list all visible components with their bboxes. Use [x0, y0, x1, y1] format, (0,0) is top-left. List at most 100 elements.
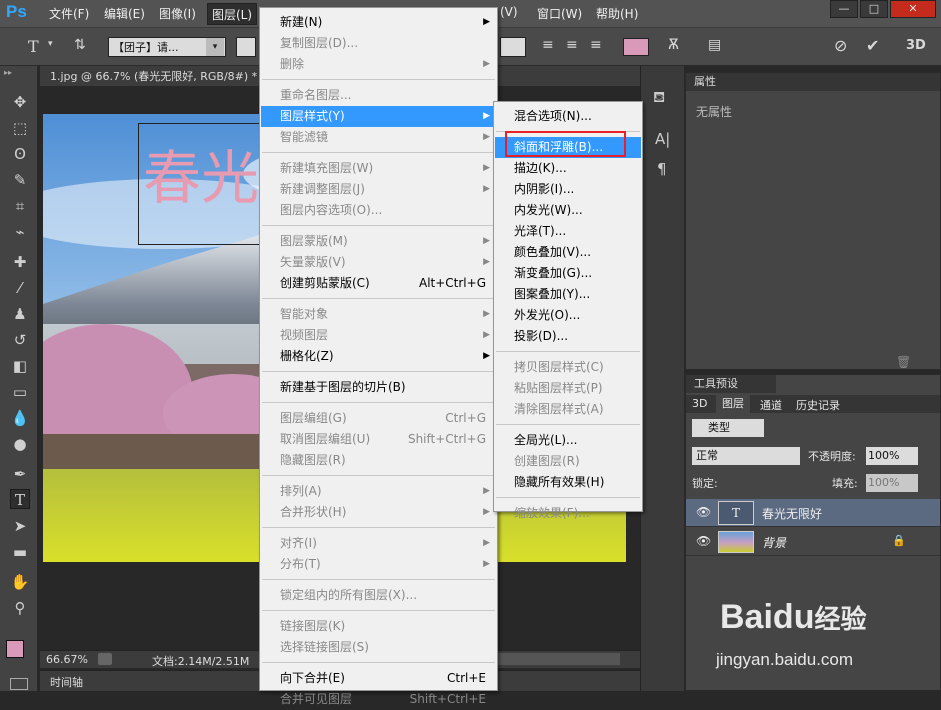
menu-item[interactable]: 渐变叠加(G)... — [495, 263, 641, 284]
filter-type-select[interactable]: 类型 — [692, 419, 764, 437]
hand-tool-icon[interactable]: ✋ — [10, 572, 30, 592]
timeline-tab[interactable]: 时间轴 — [50, 674, 83, 690]
close-button[interactable]: ✕ — [890, 0, 936, 18]
menu-item[interactable]: 选择链接图层(S) — [261, 637, 496, 658]
clone-stamp-tool-icon[interactable]: ♟ — [10, 304, 30, 324]
tool-presets-icon[interactable]: ⛾ — [653, 88, 665, 108]
dodge-tool-icon[interactable]: ● — [10, 434, 30, 454]
move-tool-icon[interactable]: ✥ — [10, 92, 30, 112]
menu-item[interactable]: 内发光(W)... — [495, 200, 641, 221]
menu-item[interactable]: 缩放效果(F)... — [495, 503, 641, 524]
menu-item[interactable]: 删除 ▶ — [261, 54, 496, 75]
menu-item[interactable]: 合并形状(H) ▶ — [261, 502, 496, 523]
menu-item[interactable]: 清除图层样式(A) — [495, 399, 641, 420]
layer-name[interactable]: 背景 — [762, 534, 786, 551]
type-tool-icon[interactable]: T — [10, 489, 30, 509]
menu-item[interactable]: 新建基于图层的切片(B) — [261, 377, 496, 398]
status-menu-icon[interactable] — [98, 653, 112, 665]
tab-history[interactable]: 历史记录 — [796, 397, 840, 413]
cancel-icon[interactable]: ⊘ — [834, 36, 847, 55]
zoom-level[interactable]: 66.67% — [46, 653, 88, 666]
quick-select-tool-icon[interactable]: ✎ — [10, 170, 30, 190]
menu-item[interactable]: 拷贝图层样式(C) — [495, 357, 641, 378]
path-select-tool-icon[interactable]: ➤ — [10, 516, 30, 536]
layer-row[interactable]: 👁 T 春光无限好 — [686, 499, 940, 527]
layer-name[interactable]: 春光无限好 — [762, 505, 822, 522]
panel-collapse-icon[interactable]: ▸▸ — [4, 68, 12, 77]
menu-image[interactable]: 图像(I) — [159, 5, 196, 22]
menu-item[interactable]: 链接图层(K) — [261, 616, 496, 637]
tab-channels[interactable]: 通道 — [760, 397, 782, 413]
menu-window[interactable]: 窗口(W) — [537, 5, 582, 22]
type-tool-icon[interactable]: T — [28, 37, 39, 56]
paragraph-icon[interactable]: ¶ — [657, 160, 667, 178]
commit-icon[interactable]: ✔ — [866, 36, 879, 55]
quick-mask-icon[interactable] — [10, 678, 28, 690]
brush-tool-icon[interactable]: ⁄ — [10, 278, 30, 298]
menu-item[interactable]: 图层内容选项(O)... — [261, 200, 496, 221]
menu-item[interactable]: 创建图层(R) — [495, 451, 641, 472]
menu-item[interactable]: 向下合并(E) Ctrl+E — [261, 668, 496, 689]
crop-tool-icon[interactable]: ⌗ — [10, 196, 30, 216]
align-center-icon[interactable]: ≡ — [566, 37, 578, 53]
menu-item[interactable]: 图层蒙版(M) ▶ — [261, 231, 496, 252]
menu-item[interactable]: 粘贴图层样式(P) — [495, 378, 641, 399]
menu-item[interactable]: 智能滤镜 ▶ — [261, 127, 496, 148]
menu-item[interactable]: 外发光(O)... — [495, 305, 641, 326]
menu-item[interactable]: 混合选项(N)... — [495, 106, 641, 127]
menu-item[interactable]: 取消图层编组(U) Shift+Ctrl+G — [261, 429, 496, 450]
menu-file[interactable]: 文件(F) — [49, 5, 89, 22]
font-style-select[interactable] — [236, 37, 256, 57]
menu-item[interactable]: 隐藏图层(R) — [261, 450, 496, 471]
properties-tab[interactable]: 属性 — [686, 73, 940, 91]
menu-item[interactable]: 颜色叠加(V)... — [495, 242, 641, 263]
menu-edit[interactable]: 编辑(E) — [104, 5, 145, 22]
menu-item[interactable]: 排列(A) ▶ — [261, 481, 496, 502]
shape-tool-icon[interactable]: ▬ — [10, 542, 30, 562]
menu-item[interactable]: 图案叠加(Y)... — [495, 284, 641, 305]
text-orientation-icon[interactable]: ⇅ — [74, 37, 86, 53]
visibility-eye-icon[interactable]: 👁 — [696, 534, 711, 548]
menu-item[interactable]: 合并可见图层 Shift+Ctrl+E — [261, 689, 496, 710]
menu-item[interactable]: 投影(D)... — [495, 326, 641, 347]
menu-item[interactable]: 视频图层 ▶ — [261, 325, 496, 346]
menu-layer[interactable]: 图层(L) — [207, 3, 258, 25]
visibility-eye-icon[interactable]: 👁 — [696, 505, 711, 519]
tab-3d[interactable]: 3D — [692, 397, 707, 410]
menu-item[interactable]: 复制图层(D)... — [261, 33, 496, 54]
threed-button[interactable]: 3D — [906, 38, 926, 53]
eyedropper-tool-icon[interactable]: ⌁ — [10, 222, 30, 242]
menu-item[interactable]: 光泽(T)... — [495, 221, 641, 242]
menu-item[interactable]: 栅格化(Z) ▶ — [261, 346, 496, 367]
marquee-tool-icon[interactable]: ⬚ — [10, 118, 30, 138]
menu-item[interactable]: 隐藏所有效果(H) — [495, 472, 641, 493]
menu-item[interactable]: 创建剪贴蒙版(C) Alt+Ctrl+G — [261, 273, 496, 294]
document-tab[interactable]: 1.jpg @ 66.7% (春光无限好, RGB/8#) * — [50, 68, 257, 84]
menu-item[interactable]: 对齐(I) ▶ — [261, 533, 496, 554]
character-panel-icon[interactable]: ▤ — [708, 37, 721, 53]
text-layer-content[interactable]: 春光 — [143, 146, 259, 210]
menu-item[interactable]: 描边(K)... — [495, 158, 641, 179]
maximize-button[interactable]: □ — [860, 0, 888, 18]
gradient-tool-icon[interactable]: ▭ — [10, 382, 30, 402]
minimize-button[interactable]: — — [830, 0, 858, 18]
align-left-icon[interactable]: ≡ — [542, 37, 554, 53]
chevron-down-icon[interactable]: ▾ — [48, 39, 53, 49]
menu-item[interactable]: 矢量蒙版(V) ▶ — [261, 252, 496, 273]
blur-tool-icon[interactable]: 💧 — [10, 408, 30, 428]
menu-item[interactable]: 重命名图层... — [261, 85, 496, 106]
chevron-down-icon[interactable]: ▾ — [206, 38, 224, 56]
layer-row[interactable]: 👁 背景 🔒 — [686, 528, 940, 556]
menu-help[interactable]: 帮助(H) — [596, 5, 638, 22]
font-size-select[interactable] — [500, 37, 526, 57]
tool-presets-tab[interactable]: 工具预设 — [686, 375, 776, 393]
menu-item[interactable]: 图层样式(Y) ▶ — [261, 106, 496, 127]
menu-item[interactable]: 分布(T) ▶ — [261, 554, 496, 575]
trash-icon[interactable]: 🗑 — [896, 355, 911, 369]
blend-mode-select[interactable]: 正常 — [692, 447, 800, 465]
align-right-icon[interactable]: ≡ — [590, 37, 602, 53]
text-color-swatch[interactable] — [623, 38, 649, 56]
menu-item[interactable]: 全局光(L)... — [495, 430, 641, 451]
menu-item[interactable]: 内阴影(I)... — [495, 179, 641, 200]
eraser-tool-icon[interactable]: ◧ — [10, 356, 30, 376]
